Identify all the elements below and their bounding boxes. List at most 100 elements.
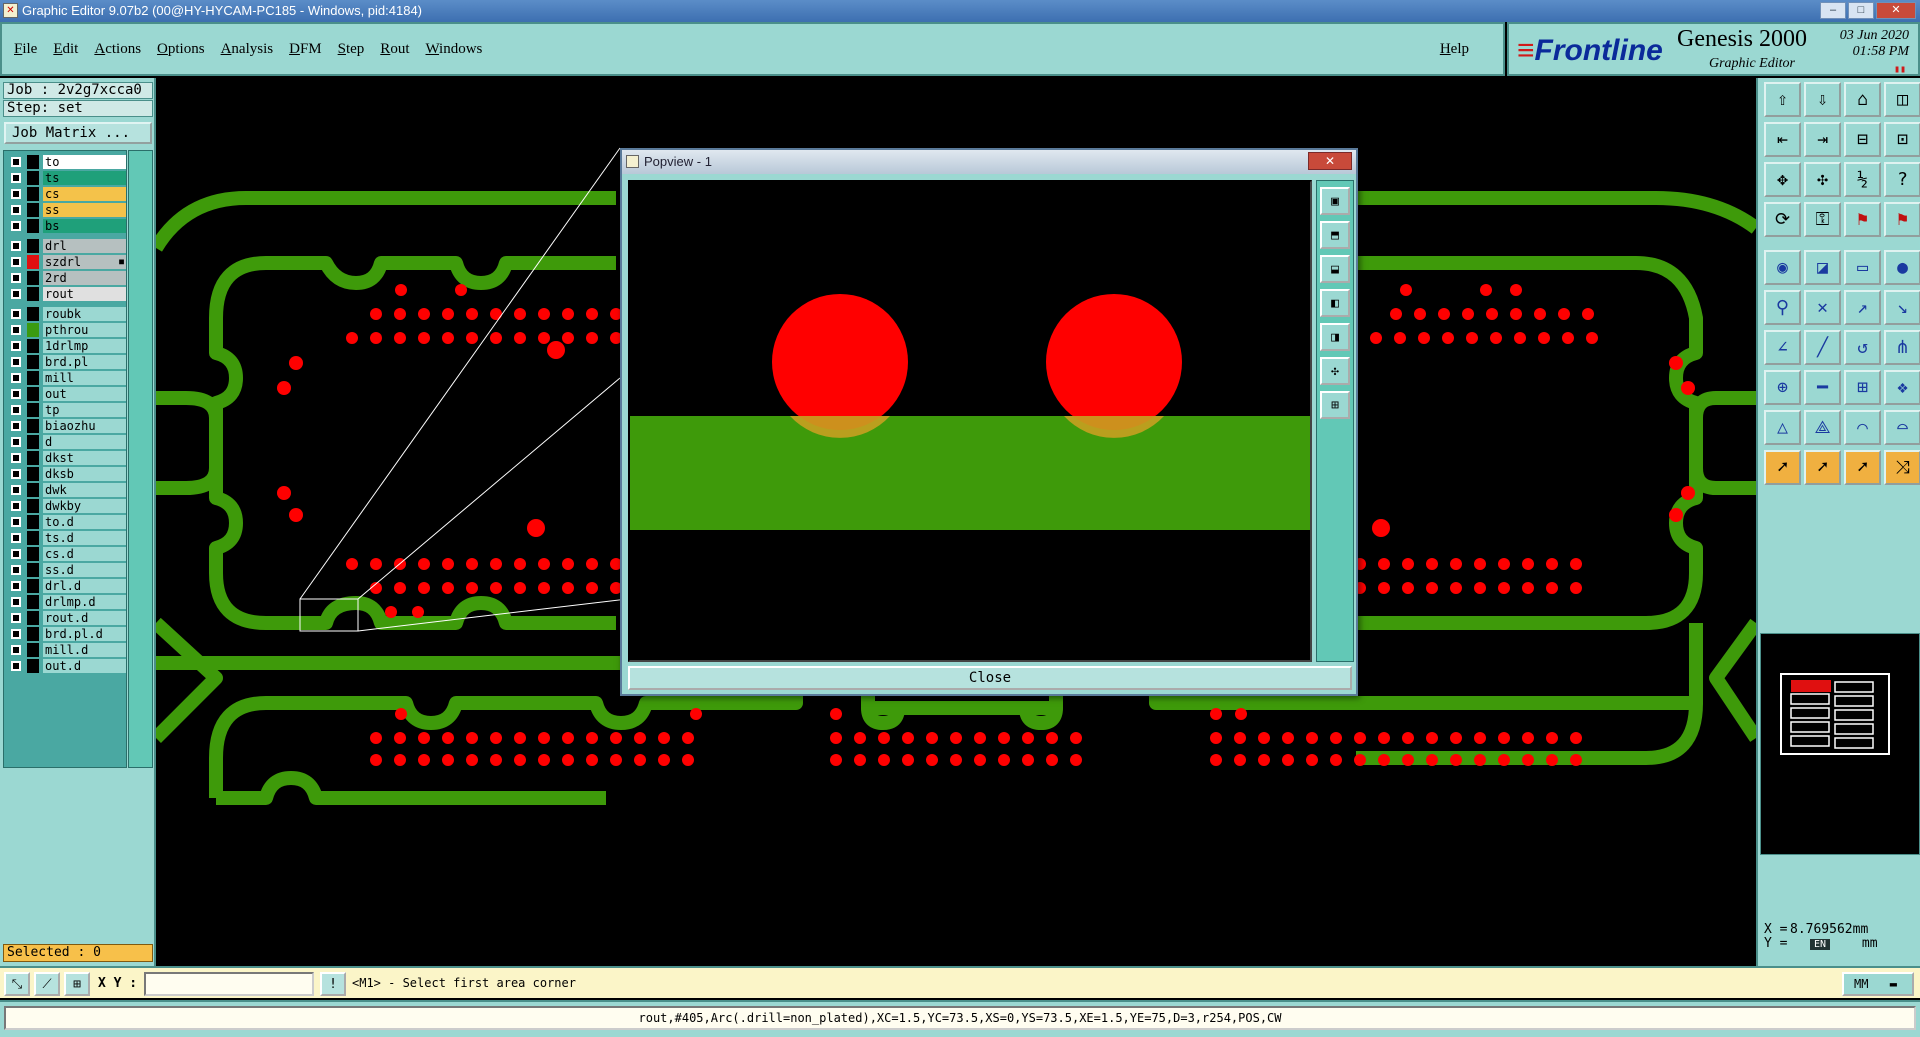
add-pad-icon[interactable]: ⊕	[1764, 370, 1801, 405]
ime-indicator[interactable]: EN	[1810, 939, 1831, 950]
unit-selector[interactable]: MM ▬	[1842, 972, 1914, 996]
layer-checkbox[interactable]	[11, 453, 21, 463]
layer-row-szdrl[interactable]: szdrl ■	[6, 255, 126, 269]
layer-row-tp[interactable]: tp	[6, 403, 126, 417]
layer-color-swatch[interactable]	[27, 467, 39, 481]
layer-color-swatch[interactable]	[27, 483, 39, 497]
layer-checkbox[interactable]	[11, 341, 21, 351]
layer-row-rout[interactable]: rout	[6, 287, 126, 301]
close-window-button[interactable]: ✕	[1876, 2, 1916, 19]
layer-row-to[interactable]: to	[6, 155, 126, 169]
layer-color-swatch[interactable]	[27, 515, 39, 529]
layer-row-out[interactable]: out	[6, 387, 126, 401]
layer-checkbox[interactable]	[11, 661, 21, 671]
arch-icon[interactable]: ⌒	[1844, 410, 1881, 445]
layer-color-swatch[interactable]	[27, 219, 39, 233]
layer-checkbox[interactable]	[11, 357, 21, 367]
layer-row-out-d[interactable]: out.d	[6, 659, 126, 673]
move-icon[interactable]: ↗	[1844, 290, 1881, 325]
select-box-icon[interactable]: ➚	[1804, 450, 1841, 485]
layer-color-swatch[interactable]	[27, 323, 39, 337]
layer-row-to-d[interactable]: to.d	[6, 515, 126, 529]
popview-close-button[interactable]: Close	[628, 666, 1352, 690]
layer-checkbox[interactable]	[11, 173, 21, 183]
layer-checkbox[interactable]	[11, 613, 21, 623]
layer-checkbox[interactable]	[11, 629, 21, 639]
layer-color-swatch[interactable]	[27, 579, 39, 593]
pattern-icon[interactable]: ⋔	[1884, 330, 1920, 365]
layer-checkbox[interactable]	[11, 533, 21, 543]
popview-close-icon[interactable]: ✕	[1308, 152, 1352, 170]
route-icon[interactable]: ❖	[1884, 370, 1920, 405]
layer-color-swatch[interactable]	[27, 643, 39, 657]
layer-checkbox[interactable]	[11, 189, 21, 199]
layer-checkbox[interactable]	[11, 221, 21, 231]
layer-row-drl-d[interactable]: drl.d	[6, 579, 126, 593]
arc-icon[interactable]: ↺	[1844, 330, 1881, 365]
layer-checkbox[interactable]	[11, 309, 21, 319]
layer-row-drlmp-d[interactable]: drlmp.d	[6, 595, 126, 609]
layer-row-d[interactable]: d	[6, 435, 126, 449]
layer-row-dksb[interactable]: dksb	[6, 467, 126, 481]
layout-icon[interactable]: ◫	[1884, 82, 1920, 117]
menu-edit[interactable]: Edit	[53, 41, 78, 58]
info-icon[interactable]: !	[320, 972, 346, 996]
layer-row-ts-d[interactable]: ts.d	[6, 531, 126, 545]
layer-row-dwkby[interactable]: dwkby	[6, 499, 126, 513]
layer-checkbox[interactable]	[11, 645, 21, 655]
layer-checkbox[interactable]	[11, 257, 21, 267]
layer-row-1drlmp[interactable]: 1drlmp	[6, 339, 126, 353]
cross-icon[interactable]: ✕	[1804, 290, 1841, 325]
job-matrix-button[interactable]: Job Matrix ...	[4, 122, 152, 144]
arch2-icon[interactable]: ⌓	[1884, 410, 1920, 445]
layer-row-rout-d[interactable]: rout.d	[6, 611, 126, 625]
layer-color-swatch[interactable]	[27, 627, 39, 641]
snap-red-icon[interactable]: ⚑	[1844, 202, 1881, 237]
layer-checkbox[interactable]	[11, 405, 21, 415]
layer-row-dkst[interactable]: dkst	[6, 451, 126, 465]
resize-icon[interactable]: ↘	[1884, 290, 1920, 325]
layer-color-swatch[interactable]	[27, 419, 39, 433]
layer-row-drl[interactable]: drl	[6, 239, 126, 253]
layer-checkbox[interactable]	[11, 289, 21, 299]
delete-line-icon[interactable]: ━	[1804, 370, 1841, 405]
layer-row-biaozhu[interactable]: biaozhu	[6, 419, 126, 433]
layer-checkbox[interactable]	[11, 437, 21, 447]
layer-checkbox[interactable]	[11, 241, 21, 251]
layer-color-swatch[interactable]	[27, 659, 39, 673]
layer-color-swatch[interactable]	[27, 611, 39, 625]
measure-icon[interactable]: ◉	[1764, 250, 1801, 285]
layer-row-mill-d[interactable]: mill.d	[6, 643, 126, 657]
maximize-button[interactable]: □	[1848, 2, 1874, 19]
center-icon[interactable]: ✣	[1804, 162, 1841, 197]
zoom-area-icon[interactable]: ⤡	[4, 972, 30, 996]
layer-checkbox[interactable]	[11, 517, 21, 527]
layer-color-swatch[interactable]	[27, 499, 39, 513]
layer-color-swatch[interactable]	[27, 563, 39, 577]
popview-window-icon[interactable]: ▣	[1320, 187, 1350, 215]
box-icon[interactable]: ⊞	[1844, 370, 1881, 405]
menu-windows[interactable]: Windows	[425, 41, 482, 58]
layer-color-swatch[interactable]	[27, 203, 39, 217]
popview-zoom-out-icon[interactable]: ⬓	[1320, 255, 1350, 283]
layer-checkbox[interactable]	[11, 373, 21, 383]
popview-pan-left-icon[interactable]: ◧	[1320, 289, 1350, 317]
layer-color-swatch[interactable]	[27, 403, 39, 417]
layer-color-swatch[interactable]	[27, 371, 39, 385]
layer-checkbox[interactable]	[11, 549, 21, 559]
menu-step[interactable]: Step	[338, 41, 365, 58]
layer-checkbox[interactable]	[11, 273, 21, 283]
layer-row-dwk[interactable]: dwk	[6, 483, 126, 497]
split-icon[interactable]: ⊟	[1844, 122, 1881, 157]
menu-actions[interactable]: Actions	[94, 41, 141, 58]
layer-checkbox[interactable]	[11, 501, 21, 511]
layer-checkbox[interactable]	[11, 157, 21, 167]
layer-checkbox[interactable]	[11, 469, 21, 479]
layer-row-ss[interactable]: ss	[6, 203, 126, 217]
select-multi-icon[interactable]: ⤨	[1884, 450, 1920, 485]
save-icon[interactable]: ⇩	[1804, 82, 1841, 117]
layer-color-swatch[interactable]	[27, 255, 39, 269]
layer-color-swatch[interactable]	[27, 339, 39, 353]
select-lasso-icon[interactable]: ➚	[1844, 450, 1881, 485]
layer-color-swatch[interactable]	[27, 547, 39, 561]
